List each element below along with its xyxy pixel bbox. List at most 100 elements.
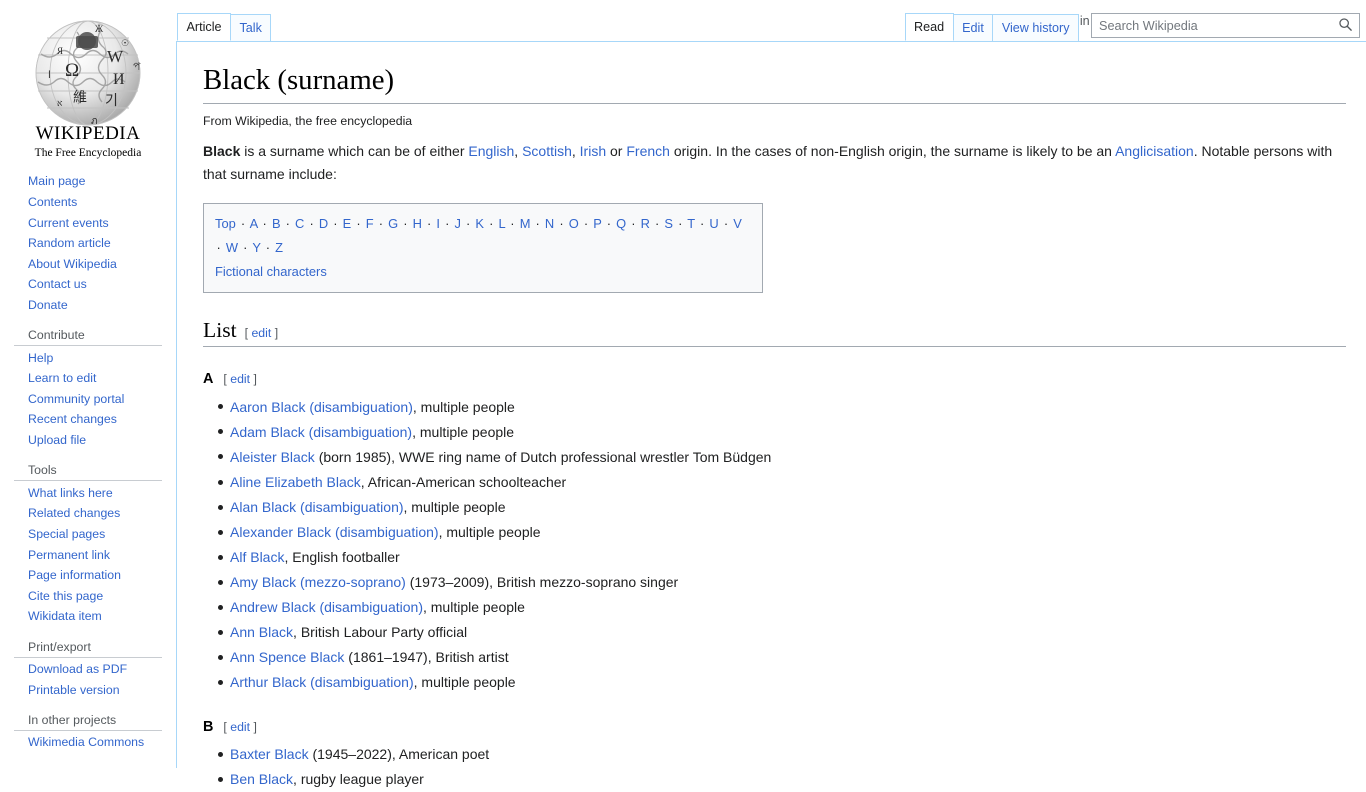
sidebar-item-upload-file[interactable]: Upload file <box>28 433 86 447</box>
entry-link[interactable]: Ann Spence Black <box>230 649 344 665</box>
entry-link[interactable]: Baxter Black <box>230 746 309 762</box>
entry-description: , African-American schoolteacher <box>360 473 567 490</box>
toc-link-u[interactable]: U <box>709 216 718 231</box>
sidebar-item-main-page[interactable]: Main page <box>28 174 85 188</box>
sidebar-item-contents[interactable]: Contents <box>28 195 77 209</box>
toc-link-y[interactable]: Y <box>252 240 260 255</box>
sidebar-item-download-as-pdf[interactable]: Download as PDF <box>28 662 127 676</box>
toc-link-i[interactable]: I <box>436 216 440 231</box>
sidebar-item-page-information[interactable]: Page information <box>28 568 121 582</box>
link-french[interactable]: French <box>626 143 670 159</box>
entry-link[interactable]: Alan Black (disambiguation) <box>230 499 404 515</box>
sidebar-item-wikidata-item[interactable]: Wikidata item <box>28 609 102 623</box>
toc-link-top[interactable]: Top <box>215 216 236 231</box>
sidebar-item-contact-us[interactable]: Contact us <box>28 277 87 291</box>
toc-link-c[interactable]: C <box>295 216 304 231</box>
sidebar-list-item: Wikimedia Commons <box>14 733 176 754</box>
toc-link-b[interactable]: B <box>272 216 281 231</box>
sidebar-item-help[interactable]: Help <box>28 351 53 365</box>
edit-link[interactable]: edit <box>230 372 250 386</box>
list-item: Aleister Black (born 1985), WWE ring nam… <box>218 444 1346 469</box>
sidebar-item-related-changes[interactable]: Related changes <box>28 506 120 520</box>
entry-link[interactable]: Arthur Black (disambiguation) <box>230 674 414 690</box>
sidebar-item-printable-version[interactable]: Printable version <box>28 683 120 697</box>
entry-link[interactable]: Alexander Black (disambiguation) <box>230 524 439 540</box>
toc-link-a[interactable]: A <box>250 216 258 231</box>
toc-separator: · <box>285 215 290 231</box>
toc-link-q[interactable]: Q <box>616 216 626 231</box>
entry-link[interactable]: Aleister Black <box>230 449 315 465</box>
toc-link-o[interactable]: O <box>569 216 579 231</box>
sidebar-portal: Print/export Download as PDF Printable ver… <box>14 640 176 701</box>
edit-link[interactable]: edit <box>251 326 271 340</box>
sidebar-item-special-pages[interactable]: Special pages <box>28 527 105 541</box>
toc-link-j[interactable]: J <box>454 216 460 231</box>
edit-link[interactable]: edit <box>230 720 250 734</box>
wikipedia-logo[interactable]: Ω W И 維 기 ا প ภ א ☉ Я Ӝ WIKIPEDIA The Fr… <box>0 0 176 160</box>
list-item: Alan Black (disambiguation), multiple pe… <box>218 495 1346 520</box>
toc-link-v[interactable]: V <box>733 216 742 231</box>
sidebar-item-permanent-link[interactable]: Permanent link <box>28 548 110 562</box>
svg-text:ا: ا <box>48 70 51 81</box>
sidebar-list-item: Upload file <box>14 431 176 452</box>
sidebar-portal: In other projects Wikimedia Commons <box>14 713 176 754</box>
toc-separator: · <box>606 215 611 231</box>
svg-text:Ω: Ω <box>65 60 79 81</box>
link-english[interactable]: English <box>468 143 514 159</box>
sidebar-list-item: Contact us <box>14 275 176 296</box>
entry-description: , multiple people <box>412 423 515 440</box>
toc-separator: · <box>240 215 246 231</box>
entry-link[interactable]: Amy Black (mezzo-soprano) <box>230 574 406 590</box>
toc-link-fictional-characters[interactable]: Fictional characters <box>215 264 327 279</box>
entry-link[interactable]: Adam Black (disambiguation) <box>230 424 412 440</box>
sidebar-item-community-portal[interactable]: Community portal <box>28 392 124 406</box>
search-input[interactable] <box>1091 13 1360 38</box>
namespace-tabs: Article Talk <box>176 0 272 41</box>
toc-link-d[interactable]: D <box>319 216 328 231</box>
toc-link-f[interactable]: F <box>366 216 374 231</box>
sidebar-item-about-wikipedia[interactable]: About Wikipedia <box>28 257 117 271</box>
svg-text:И: И <box>113 71 125 88</box>
toc-link-m[interactable]: M <box>520 216 531 231</box>
sidebar-item-random-article[interactable]: Random article <box>28 236 111 250</box>
toc-separator: · <box>309 215 314 231</box>
entry-link[interactable]: Ann Black <box>230 624 293 640</box>
sidebar-item-current-events[interactable]: Current events <box>28 216 109 230</box>
tab-article[interactable]: Article <box>177 13 231 41</box>
toc-link-k[interactable]: K <box>475 216 484 231</box>
lead-text-1: is a surname which can be of either <box>240 143 469 160</box>
toc-link-p[interactable]: P <box>593 216 601 231</box>
sidebar-item-cite-this-page[interactable]: Cite this page <box>28 589 103 603</box>
toc-link-w[interactable]: W <box>226 240 238 255</box>
entry-description: (1861–1947), British artist <box>344 649 509 666</box>
entry-link[interactable]: Ben Black <box>230 771 293 787</box>
toc-link-e[interactable]: E <box>343 216 352 231</box>
entry-link[interactable]: Alf Black <box>230 549 284 565</box>
sidebar-item-wikimedia-commons[interactable]: Wikimedia Commons <box>28 735 144 749</box>
toc-link-n[interactable]: N <box>545 216 554 231</box>
toc-link-z[interactable]: Z <box>275 240 283 255</box>
toc-link-s[interactable]: S <box>664 216 673 231</box>
tab-edit[interactable]: Edit <box>953 14 994 41</box>
left-panel: Ω W И 維 기 ا প ภ א ☉ Я Ӝ WIKIPEDIA The Fr… <box>0 0 176 768</box>
sidebar-item-recent-changes[interactable]: Recent changes <box>28 412 117 426</box>
tab-talk[interactable]: Talk <box>231 14 272 41</box>
entry-link[interactable]: Aaron Black (disambiguation) <box>230 399 413 415</box>
sidebar-item-learn-to-edit[interactable]: Learn to edit <box>28 371 96 385</box>
link-irish[interactable]: Irish <box>580 143 606 159</box>
toc-link-t[interactable]: T <box>687 216 695 231</box>
sidebar-portal-heading: Tools <box>14 463 162 482</box>
sidebar-item-what-links-here[interactable]: What links here <box>28 486 113 500</box>
toc-link-h[interactable]: H <box>413 216 422 231</box>
toc-link-r[interactable]: R <box>641 216 650 231</box>
link-anglicisation[interactable]: Anglicisation <box>1115 143 1194 159</box>
toc-link-g[interactable]: G <box>388 216 398 231</box>
sidebar-item-donate[interactable]: Donate <box>28 298 68 312</box>
tab-view-history[interactable]: View history <box>993 14 1079 41</box>
tab-read[interactable]: Read <box>904 13 954 41</box>
link-scottish[interactable]: Scottish <box>522 143 572 159</box>
toc-link-l[interactable]: L <box>499 216 506 231</box>
entry-link[interactable]: Aline Elizabeth Black <box>230 474 361 490</box>
entry-link[interactable]: Andrew Black (disambiguation) <box>230 599 423 615</box>
sidebar-portal-list: Download as PDF Printable version <box>14 660 176 701</box>
